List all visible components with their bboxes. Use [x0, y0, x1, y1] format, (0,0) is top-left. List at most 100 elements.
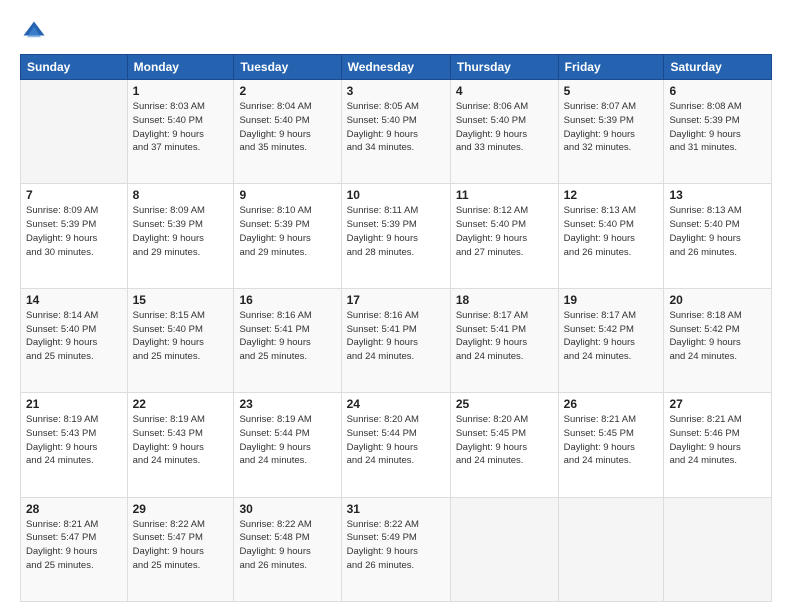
day-info: Sunrise: 8:18 AM Sunset: 5:42 PM Dayligh… — [669, 309, 766, 364]
day-info: Sunrise: 8:09 AM Sunset: 5:39 PM Dayligh… — [26, 204, 122, 259]
calendar-cell: 11 Sunrise: 8:12 AM Sunset: 5:40 PM Dayli… — [450, 184, 558, 288]
day-number: 22 — [133, 397, 229, 411]
day-info: Sunrise: 8:06 AM Sunset: 5:40 PM Dayligh… — [456, 100, 553, 155]
day-info: Sunrise: 8:19 AM Sunset: 5:43 PM Dayligh… — [26, 413, 122, 468]
day-info: Sunrise: 8:17 AM Sunset: 5:41 PM Dayligh… — [456, 309, 553, 364]
week-row-1: 1 Sunrise: 8:03 AM Sunset: 5:40 PM Daylig… — [21, 80, 772, 184]
day-info: Sunrise: 8:21 AM Sunset: 5:45 PM Dayligh… — [564, 413, 659, 468]
calendar-cell: 1 Sunrise: 8:03 AM Sunset: 5:40 PM Daylig… — [127, 80, 234, 184]
day-info: Sunrise: 8:14 AM Sunset: 5:40 PM Dayligh… — [26, 309, 122, 364]
day-info: Sunrise: 8:12 AM Sunset: 5:40 PM Dayligh… — [456, 204, 553, 259]
calendar-cell: 23 Sunrise: 8:19 AM Sunset: 5:44 PM Dayli… — [234, 393, 341, 497]
day-number: 5 — [564, 84, 659, 98]
day-number: 9 — [239, 188, 335, 202]
calendar-cell: 14 Sunrise: 8:14 AM Sunset: 5:40 PM Dayli… — [21, 288, 128, 392]
calendar-cell: 25 Sunrise: 8:20 AM Sunset: 5:45 PM Dayli… — [450, 393, 558, 497]
week-row-5: 28 Sunrise: 8:21 AM Sunset: 5:47 PM Dayli… — [21, 497, 772, 601]
day-info: Sunrise: 8:22 AM Sunset: 5:47 PM Dayligh… — [133, 518, 229, 573]
calendar-cell: 20 Sunrise: 8:18 AM Sunset: 5:42 PM Dayli… — [664, 288, 772, 392]
weekday-header-friday: Friday — [558, 55, 664, 80]
calendar-cell: 6 Sunrise: 8:08 AM Sunset: 5:39 PM Daylig… — [664, 80, 772, 184]
day-number: 27 — [669, 397, 766, 411]
calendar-cell: 4 Sunrise: 8:06 AM Sunset: 5:40 PM Daylig… — [450, 80, 558, 184]
day-info: Sunrise: 8:20 AM Sunset: 5:45 PM Dayligh… — [456, 413, 553, 468]
calendar-cell: 8 Sunrise: 8:09 AM Sunset: 5:39 PM Daylig… — [127, 184, 234, 288]
logo — [20, 18, 52, 46]
day-info: Sunrise: 8:22 AM Sunset: 5:49 PM Dayligh… — [347, 518, 445, 573]
calendar: SundayMondayTuesdayWednesdayThursdayFrid… — [20, 54, 772, 602]
calendar-cell: 28 Sunrise: 8:21 AM Sunset: 5:47 PM Dayli… — [21, 497, 128, 601]
day-info: Sunrise: 8:09 AM Sunset: 5:39 PM Dayligh… — [133, 204, 229, 259]
day-number: 4 — [456, 84, 553, 98]
week-row-2: 7 Sunrise: 8:09 AM Sunset: 5:39 PM Daylig… — [21, 184, 772, 288]
calendar-cell: 21 Sunrise: 8:19 AM Sunset: 5:43 PM Dayli… — [21, 393, 128, 497]
page: SundayMondayTuesdayWednesdayThursdayFrid… — [0, 0, 792, 612]
weekday-header-row: SundayMondayTuesdayWednesdayThursdayFrid… — [21, 55, 772, 80]
day-number: 14 — [26, 293, 122, 307]
day-info: Sunrise: 8:15 AM Sunset: 5:40 PM Dayligh… — [133, 309, 229, 364]
header — [20, 18, 772, 46]
day-info: Sunrise: 8:19 AM Sunset: 5:44 PM Dayligh… — [239, 413, 335, 468]
day-number: 13 — [669, 188, 766, 202]
day-number: 20 — [669, 293, 766, 307]
day-info: Sunrise: 8:16 AM Sunset: 5:41 PM Dayligh… — [239, 309, 335, 364]
calendar-cell: 15 Sunrise: 8:15 AM Sunset: 5:40 PM Dayli… — [127, 288, 234, 392]
day-number: 21 — [26, 397, 122, 411]
day-info: Sunrise: 8:05 AM Sunset: 5:40 PM Dayligh… — [347, 100, 445, 155]
calendar-cell: 26Sunrise: 8:21 AM Sunset: 5:45 PM Dayli… — [558, 393, 664, 497]
day-number: 16 — [239, 293, 335, 307]
day-number: 7 — [26, 188, 122, 202]
day-info: Sunrise: 8:11 AM Sunset: 5:39 PM Dayligh… — [347, 204, 445, 259]
day-number: 10 — [347, 188, 445, 202]
calendar-cell — [664, 497, 772, 601]
calendar-cell: 2Sunrise: 8:04 AM Sunset: 5:40 PM Daylig… — [234, 80, 341, 184]
day-number: 3 — [347, 84, 445, 98]
calendar-cell: 10 Sunrise: 8:11 AM Sunset: 5:39 PM Dayli… — [341, 184, 450, 288]
day-number: 23 — [239, 397, 335, 411]
day-number: 12 — [564, 188, 659, 202]
day-number: 1 — [133, 84, 229, 98]
day-info: Sunrise: 8:17 AM Sunset: 5:42 PM Dayligh… — [564, 309, 659, 364]
day-info: Sunrise: 8:08 AM Sunset: 5:39 PM Dayligh… — [669, 100, 766, 155]
calendar-cell: 9 Sunrise: 8:10 AM Sunset: 5:39 PM Daylig… — [234, 184, 341, 288]
calendar-cell — [21, 80, 128, 184]
day-number: 18 — [456, 293, 553, 307]
calendar-cell: 5Sunrise: 8:07 AM Sunset: 5:39 PM Daylig… — [558, 80, 664, 184]
weekday-header-thursday: Thursday — [450, 55, 558, 80]
calendar-cell: 22Sunrise: 8:19 AM Sunset: 5:43 PM Dayli… — [127, 393, 234, 497]
calendar-cell: 24Sunrise: 8:20 AM Sunset: 5:44 PM Dayli… — [341, 393, 450, 497]
calendar-cell — [558, 497, 664, 601]
day-number: 19 — [564, 293, 659, 307]
calendar-cell: 17 Sunrise: 8:16 AM Sunset: 5:41 PM Dayli… — [341, 288, 450, 392]
calendar-cell: 31 Sunrise: 8:22 AM Sunset: 5:49 PM Dayli… — [341, 497, 450, 601]
day-number: 30 — [239, 502, 335, 516]
day-number: 8 — [133, 188, 229, 202]
calendar-cell: 16 Sunrise: 8:16 AM Sunset: 5:41 PM Dayli… — [234, 288, 341, 392]
day-info: Sunrise: 8:13 AM Sunset: 5:40 PM Dayligh… — [669, 204, 766, 259]
day-number: 11 — [456, 188, 553, 202]
calendar-cell — [450, 497, 558, 601]
day-number: 2 — [239, 84, 335, 98]
day-number: 15 — [133, 293, 229, 307]
week-row-3: 14 Sunrise: 8:14 AM Sunset: 5:40 PM Dayli… — [21, 288, 772, 392]
day-number: 31 — [347, 502, 445, 516]
weekday-header-saturday: Saturday — [664, 55, 772, 80]
calendar-cell: 12 Sunrise: 8:13 AM Sunset: 5:40 PM Dayli… — [558, 184, 664, 288]
day-info: Sunrise: 8:10 AM Sunset: 5:39 PM Dayligh… — [239, 204, 335, 259]
day-number: 17 — [347, 293, 445, 307]
calendar-cell: 29Sunrise: 8:22 AM Sunset: 5:47 PM Dayli… — [127, 497, 234, 601]
calendar-cell: 13 Sunrise: 8:13 AM Sunset: 5:40 PM Dayli… — [664, 184, 772, 288]
day-number: 25 — [456, 397, 553, 411]
day-info: Sunrise: 8:03 AM Sunset: 5:40 PM Dayligh… — [133, 100, 229, 155]
day-info: Sunrise: 8:13 AM Sunset: 5:40 PM Dayligh… — [564, 204, 659, 259]
calendar-cell: 18 Sunrise: 8:17 AM Sunset: 5:41 PM Dayli… — [450, 288, 558, 392]
day-number: 28 — [26, 502, 122, 516]
calendar-cell: 3 Sunrise: 8:05 AM Sunset: 5:40 PM Daylig… — [341, 80, 450, 184]
day-info: Sunrise: 8:21 AM Sunset: 5:46 PM Dayligh… — [669, 413, 766, 468]
day-info: Sunrise: 8:22 AM Sunset: 5:48 PM Dayligh… — [239, 518, 335, 573]
day-info: Sunrise: 8:16 AM Sunset: 5:41 PM Dayligh… — [347, 309, 445, 364]
day-number: 6 — [669, 84, 766, 98]
calendar-cell: 30 Sunrise: 8:22 AM Sunset: 5:48 PM Dayli… — [234, 497, 341, 601]
day-info: Sunrise: 8:21 AM Sunset: 5:47 PM Dayligh… — [26, 518, 122, 573]
weekday-header-tuesday: Tuesday — [234, 55, 341, 80]
